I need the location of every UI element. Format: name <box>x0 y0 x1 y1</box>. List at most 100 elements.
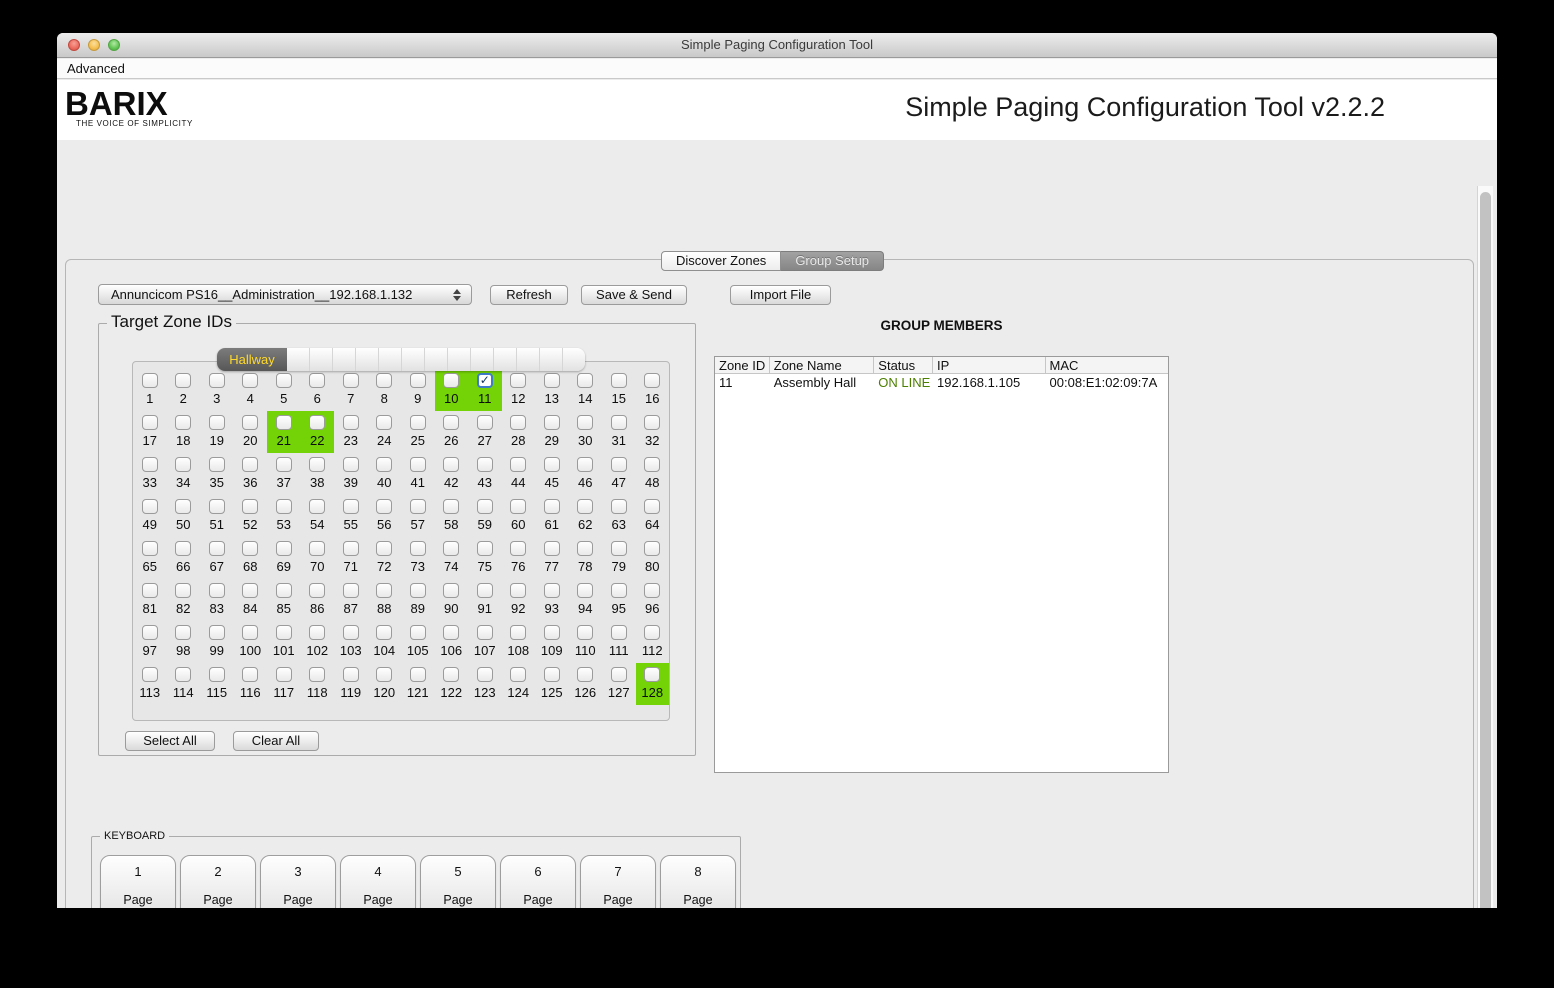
zone-checkbox-22[interactable] <box>309 415 325 430</box>
page-group-button-4[interactable]: 4Page Group 4 <box>340 855 416 908</box>
zone-checkbox-117[interactable] <box>276 667 292 682</box>
zone-checkbox-42[interactable] <box>443 457 459 472</box>
zone-checkbox-32[interactable] <box>644 415 660 430</box>
zone-checkbox-78[interactable] <box>577 541 593 556</box>
group-tab-empty[interactable] <box>402 348 425 371</box>
zone-checkbox-98[interactable] <box>175 625 191 640</box>
select-all-zones-button[interactable]: Select All <box>125 731 215 751</box>
zone-checkbox-77[interactable] <box>544 541 560 556</box>
zone-checkbox-1[interactable] <box>142 373 158 388</box>
zone-checkbox-104[interactable] <box>376 625 392 640</box>
zone-checkbox-64[interactable] <box>644 499 660 514</box>
zone-checkbox-121[interactable] <box>410 667 426 682</box>
zone-checkbox-93[interactable] <box>544 583 560 598</box>
zone-checkbox-94[interactable] <box>577 583 593 598</box>
zone-checkbox-3[interactable] <box>209 373 225 388</box>
page-group-button-3[interactable]: 3Page Group 3 <box>260 855 336 908</box>
zone-checkbox-114[interactable] <box>175 667 191 682</box>
zone-checkbox-81[interactable] <box>142 583 158 598</box>
zone-checkbox-56[interactable] <box>376 499 392 514</box>
column-header-status[interactable]: Status <box>874 357 933 373</box>
zone-checkbox-36[interactable] <box>242 457 258 472</box>
zone-checkbox-54[interactable] <box>309 499 325 514</box>
zone-checkbox-50[interactable] <box>175 499 191 514</box>
zone-checkbox-116[interactable] <box>242 667 258 682</box>
column-header-mac[interactable]: MAC <box>1046 357 1168 373</box>
zone-checkbox-27[interactable] <box>477 415 493 430</box>
zone-checkbox-48[interactable] <box>644 457 660 472</box>
group-tab-empty[interactable] <box>287 348 310 371</box>
zone-checkbox-20[interactable] <box>242 415 258 430</box>
zone-checkbox-89[interactable] <box>410 583 426 598</box>
zone-checkbox-100[interactable] <box>242 625 258 640</box>
page-group-button-2[interactable]: 2Page Group 2 <box>180 855 256 908</box>
zone-checkbox-19[interactable] <box>209 415 225 430</box>
zone-checkbox-44[interactable] <box>510 457 526 472</box>
zone-checkbox-101[interactable] <box>276 625 292 640</box>
zone-checkbox-30[interactable] <box>577 415 593 430</box>
zone-checkbox-76[interactable] <box>510 541 526 556</box>
zone-checkbox-49[interactable] <box>142 499 158 514</box>
column-header-zone-id[interactable]: Zone ID <box>715 357 770 373</box>
zone-checkbox-111[interactable] <box>611 625 627 640</box>
zone-checkbox-25[interactable] <box>410 415 426 430</box>
zone-checkbox-62[interactable] <box>577 499 593 514</box>
zone-checkbox-127[interactable] <box>611 667 627 682</box>
zone-checkbox-113[interactable] <box>142 667 158 682</box>
zone-checkbox-68[interactable] <box>242 541 258 556</box>
zone-checkbox-88[interactable] <box>376 583 392 598</box>
zone-checkbox-9[interactable] <box>410 373 426 388</box>
zone-checkbox-118[interactable] <box>309 667 325 682</box>
group-tab-empty[interactable] <box>471 348 494 371</box>
zone-checkbox-97[interactable] <box>142 625 158 640</box>
zone-checkbox-63[interactable] <box>611 499 627 514</box>
zone-checkbox-15[interactable] <box>611 373 627 388</box>
zone-checkbox-122[interactable] <box>443 667 459 682</box>
zone-checkbox-105[interactable] <box>410 625 426 640</box>
zone-checkbox-125[interactable] <box>544 667 560 682</box>
zone-checkbox-23[interactable] <box>343 415 359 430</box>
zone-checkbox-40[interactable] <box>376 457 392 472</box>
zone-checkbox-82[interactable] <box>175 583 191 598</box>
group-tab-empty[interactable] <box>517 348 540 371</box>
zone-checkbox-102[interactable] <box>309 625 325 640</box>
zone-checkbox-31[interactable] <box>611 415 627 430</box>
zone-checkbox-7[interactable] <box>343 373 359 388</box>
zone-checkbox-61[interactable] <box>544 499 560 514</box>
zone-checkbox-103[interactable] <box>343 625 359 640</box>
zone-checkbox-2[interactable] <box>175 373 191 388</box>
title-bar[interactable]: Simple Paging Configuration Tool <box>57 33 1497 58</box>
zone-checkbox-107[interactable] <box>477 625 493 640</box>
group-tab-empty[interactable] <box>563 348 585 371</box>
zone-checkbox-12[interactable] <box>510 373 526 388</box>
group-tab-hallway[interactable]: Hallway <box>217 348 287 371</box>
zone-checkbox-69[interactable] <box>276 541 292 556</box>
zone-checkbox-92[interactable] <box>510 583 526 598</box>
zone-checkbox-91[interactable] <box>477 583 493 598</box>
zone-checkbox-128[interactable] <box>644 667 660 682</box>
zone-checkbox-87[interactable] <box>343 583 359 598</box>
page-group-button-7[interactable]: 7Page Group 7 <box>580 855 656 908</box>
tab-group-setup[interactable]: Group Setup <box>781 251 884 271</box>
zone-checkbox-67[interactable] <box>209 541 225 556</box>
page-group-button-8[interactable]: 8Page Group 8 <box>660 855 736 908</box>
column-header-ip[interactable]: IP <box>933 357 1046 373</box>
zone-checkbox-57[interactable] <box>410 499 426 514</box>
zone-checkbox-10[interactable] <box>443 373 459 388</box>
zone-checkbox-52[interactable] <box>242 499 258 514</box>
zone-checkbox-26[interactable] <box>443 415 459 430</box>
column-header-zone-name[interactable]: Zone Name <box>770 357 875 373</box>
zone-checkbox-74[interactable] <box>443 541 459 556</box>
zone-checkbox-99[interactable] <box>209 625 225 640</box>
zone-checkbox-33[interactable] <box>142 457 158 472</box>
zone-checkbox-35[interactable] <box>209 457 225 472</box>
zone-checkbox-79[interactable] <box>611 541 627 556</box>
zone-checkbox-66[interactable] <box>175 541 191 556</box>
zone-checkbox-110[interactable] <box>577 625 593 640</box>
group-tab-empty[interactable] <box>333 348 356 371</box>
zone-checkbox-14[interactable] <box>577 373 593 388</box>
group-tab-empty[interactable] <box>379 348 402 371</box>
zone-checkbox-71[interactable] <box>343 541 359 556</box>
zone-checkbox-58[interactable] <box>443 499 459 514</box>
menu-advanced[interactable]: Advanced <box>57 59 135 78</box>
